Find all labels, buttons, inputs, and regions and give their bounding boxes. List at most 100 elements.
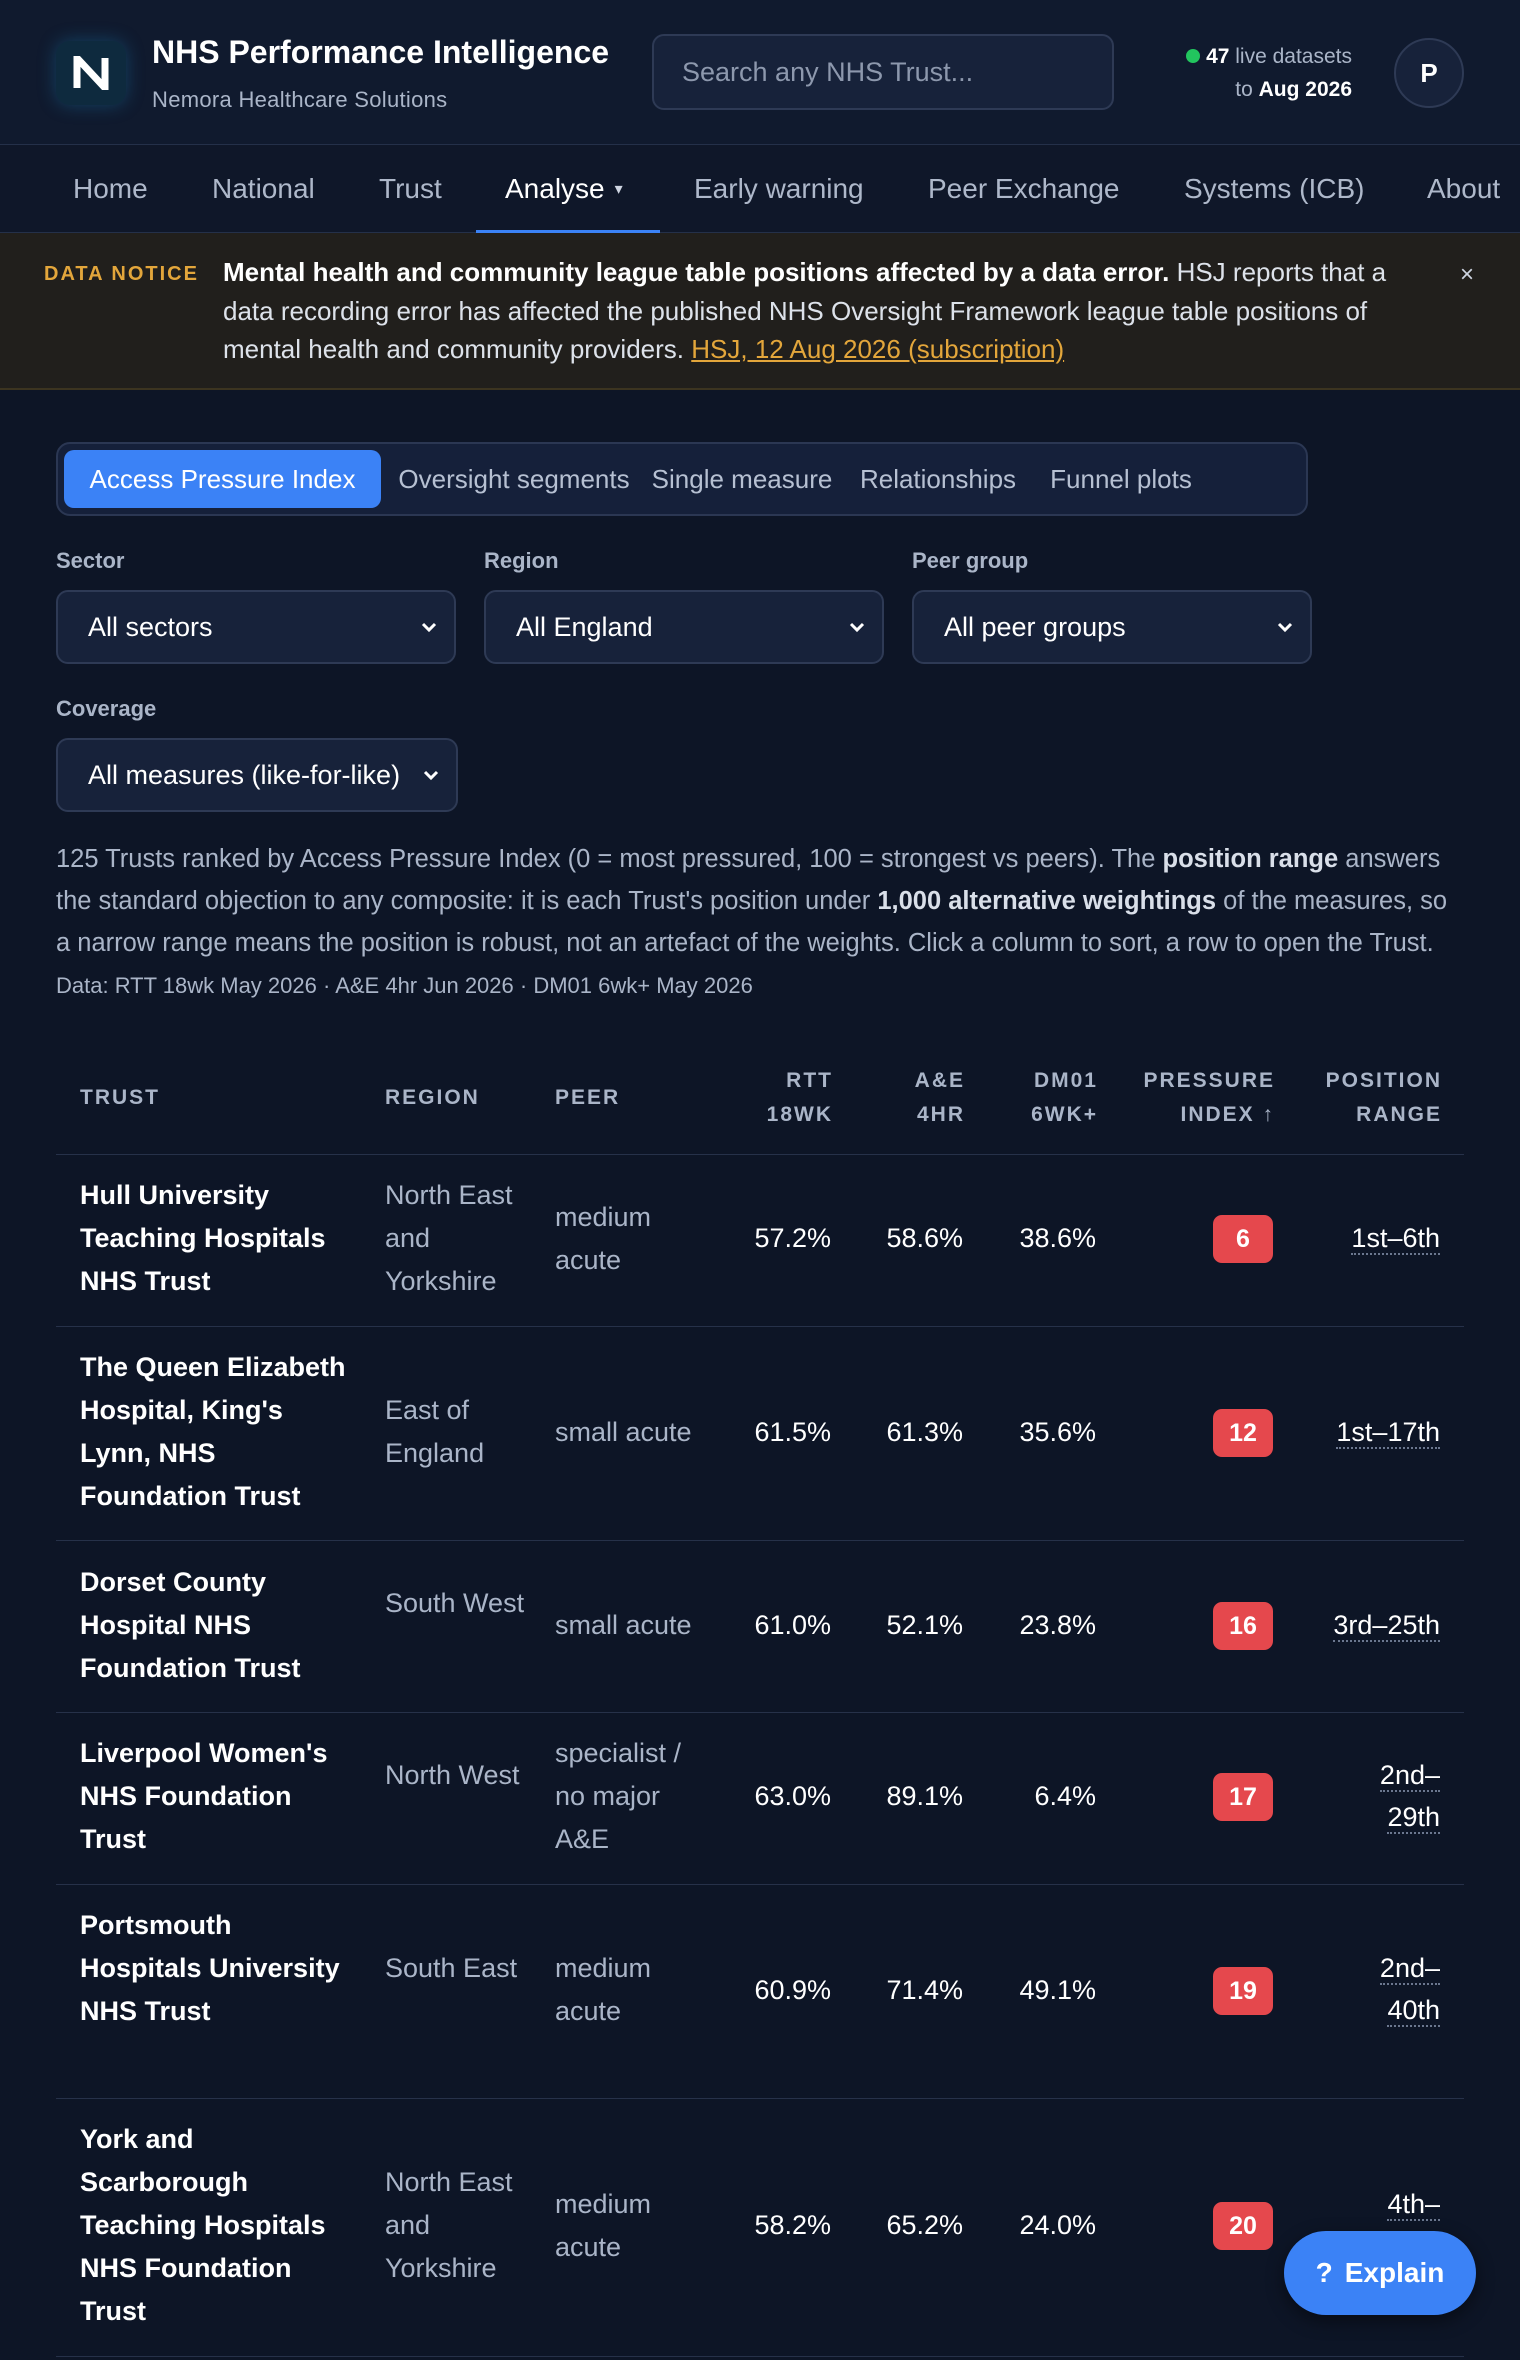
avatar[interactable]: P [1394, 38, 1464, 108]
nav-early-warning[interactable]: Early warning [694, 145, 864, 233]
chevron-down-icon [421, 622, 437, 633]
nav-home[interactable]: Home [73, 145, 148, 233]
rtt-value: 58.2% [754, 2210, 831, 2240]
region-select[interactable]: All England [484, 590, 884, 664]
pressure-index-badge: 6 [1213, 1215, 1273, 1263]
notice-source-link[interactable]: HSJ, 12 Aug 2026 (subscription) [691, 334, 1064, 364]
pi-header-line-2: INDEX ↑ [1180, 1103, 1275, 1126]
nav-trust[interactable]: Trust [379, 145, 442, 233]
notice-headline: Mental health and community league table… [223, 257, 1170, 287]
analysis-tabs: Access Pressure Index Oversight segments… [56, 442, 1308, 516]
col-header-peer[interactable]: PEER [555, 1081, 620, 1115]
pressure-index-badge: 20 [1213, 2202, 1273, 2250]
ae-value: 58.6% [886, 1223, 963, 1253]
trust-name: Hull University Teaching Hospitals NHS T… [80, 1180, 326, 1296]
ae-header-line-1: A&E [914, 1069, 965, 1092]
col-header-region[interactable]: REGION [385, 1081, 480, 1115]
trust-name: Liverpool Women's NHS Foundation Trust [80, 1738, 328, 1854]
col-header-dm01-6wk[interactable]: DM01 6WK+ [1031, 1064, 1098, 1132]
rtt-value: 63.0% [754, 1781, 831, 1811]
sector-value: All sectors [88, 611, 213, 642]
position-range-value: 2nd–29th [1379, 1760, 1440, 1834]
pi-header-line-1: PRESSURE [1143, 1069, 1275, 1092]
dm-header-line-2: 6WK+ [1031, 1103, 1098, 1126]
dm01-value: 35.6% [1019, 1417, 1096, 1447]
close-icon[interactable]: × [1460, 261, 1474, 289]
help-icon: ? [1315, 2257, 1333, 2288]
tab-funnel-plots[interactable]: Funnel plots [1039, 450, 1203, 508]
peer-group-select[interactable]: All peer groups [912, 590, 1312, 664]
search-input[interactable] [652, 34, 1114, 110]
rtt-header-line-1: RTT [786, 1069, 833, 1092]
explain-button[interactable]: ? Explain [1284, 2231, 1476, 2315]
main-nav: Home National Trust Analyse ▾ Early warni… [0, 145, 1520, 233]
region-value: All England [516, 611, 653, 642]
trust-name: Dorset County Hospital NHS Foundation Tr… [80, 1567, 301, 1683]
position-range: 1st–17th [1336, 1411, 1440, 1453]
col-header-pressure-index[interactable]: PRESSURE INDEX ↑ [1143, 1064, 1275, 1132]
ae-value: 65.2% [886, 2210, 963, 2240]
pressure-index-badge: 16 [1213, 1602, 1273, 1650]
nav-analyse[interactable]: Analyse ▾ [505, 145, 623, 233]
col-header-position-range[interactable]: POSITION RANGE [1326, 1064, 1442, 1132]
trust-peer: small acute [555, 1417, 692, 1447]
rtt-value: 61.0% [754, 1610, 831, 1640]
position-range-value: 4th– [1387, 2189, 1440, 2221]
row-divider [56, 2098, 1464, 2099]
index-description: 125 Trusts ranked by Access Pressure Ind… [56, 838, 1466, 1007]
dm01-value: 6.4% [1034, 1781, 1096, 1811]
coverage-value: All measures (like-for-like) [88, 759, 401, 790]
nav-national[interactable]: National [212, 145, 315, 233]
position-range-value: 3rd–25th [1333, 1610, 1440, 1642]
trust-name: York and Scarborough Teaching Hospitals … [80, 2124, 326, 2326]
ae-value: 89.1% [886, 1781, 963, 1811]
dm01-value: 23.8% [1019, 1610, 1096, 1640]
live-status-dot-icon [1186, 49, 1201, 63]
pr-header-line-2: RANGE [1356, 1103, 1442, 1126]
position-range: 2nd–29th [1350, 1754, 1440, 1838]
trust-name: The Queen Elizabeth Hospital, King's Lyn… [80, 1352, 346, 1511]
trust-peer: medium acute [555, 2189, 652, 2262]
trust-peer: small acute [555, 1610, 692, 1640]
dm-header-line-1: DM01 [1033, 1069, 1098, 1092]
trust-peer: medium acute [555, 1953, 652, 2026]
trust-region: South East [385, 1953, 518, 1983]
rtt-header-line-2: 18WK [766, 1103, 833, 1126]
dm01-value: 38.6% [1019, 1223, 1096, 1253]
tab-single-measure[interactable]: Single measure [647, 450, 837, 508]
row-divider [56, 1326, 1464, 1327]
nav-about[interactable]: About [1427, 145, 1500, 233]
position-range: 3rd–25th [1333, 1604, 1440, 1646]
nav-systems-icb[interactable]: Systems (ICB) [1184, 145, 1364, 233]
coverage-select[interactable]: All measures (like-for-like) [56, 738, 458, 812]
chevron-down-icon [423, 770, 439, 781]
col-header-rtt-18wk[interactable]: RTT 18WK [767, 1064, 833, 1132]
rtt-value: 61.5% [754, 1417, 831, 1447]
pressure-index-badge: 12 [1213, 1409, 1273, 1457]
tab-relationships[interactable]: Relationships [847, 450, 1029, 508]
ae-value: 61.3% [886, 1417, 963, 1447]
logo[interactable] [56, 41, 126, 105]
col-header-ae-4hr[interactable]: A&E 4HR [915, 1064, 965, 1132]
nav-peer-exchange[interactable]: Peer Exchange [928, 145, 1119, 233]
tab-access-pressure-index[interactable]: Access Pressure Index [64, 450, 381, 508]
coverage-label: Coverage [56, 696, 157, 721]
tab-oversight-segments[interactable]: Oversight segments [391, 450, 637, 508]
position-range: 1st–6th [1351, 1217, 1440, 1259]
position-range-value: 1st–17th [1336, 1417, 1440, 1449]
sector-select[interactable]: All sectors [56, 590, 456, 664]
trust-peer: specialist / no major A&E [555, 1738, 682, 1854]
position-range-value: 1st–6th [1351, 1223, 1440, 1255]
pressure-index-badge: 17 [1213, 1773, 1273, 1821]
description-part-1: 125 Trusts ranked by Access Pressure Ind… [56, 845, 1163, 873]
col-header-trust[interactable]: TRUST [80, 1081, 160, 1115]
trust-region: North East and Yorkshire [385, 2167, 513, 2283]
ae-value: 52.1% [886, 1610, 963, 1640]
trust-region: South West [385, 1588, 525, 1618]
row-divider [56, 2356, 1464, 2357]
live-to: to [1235, 78, 1253, 101]
row-divider [56, 1884, 1464, 1885]
peer-group-label: Peer group [912, 548, 1029, 573]
sector-label: Sector [56, 548, 125, 573]
nav-analyse-label: Analyse [505, 173, 605, 204]
